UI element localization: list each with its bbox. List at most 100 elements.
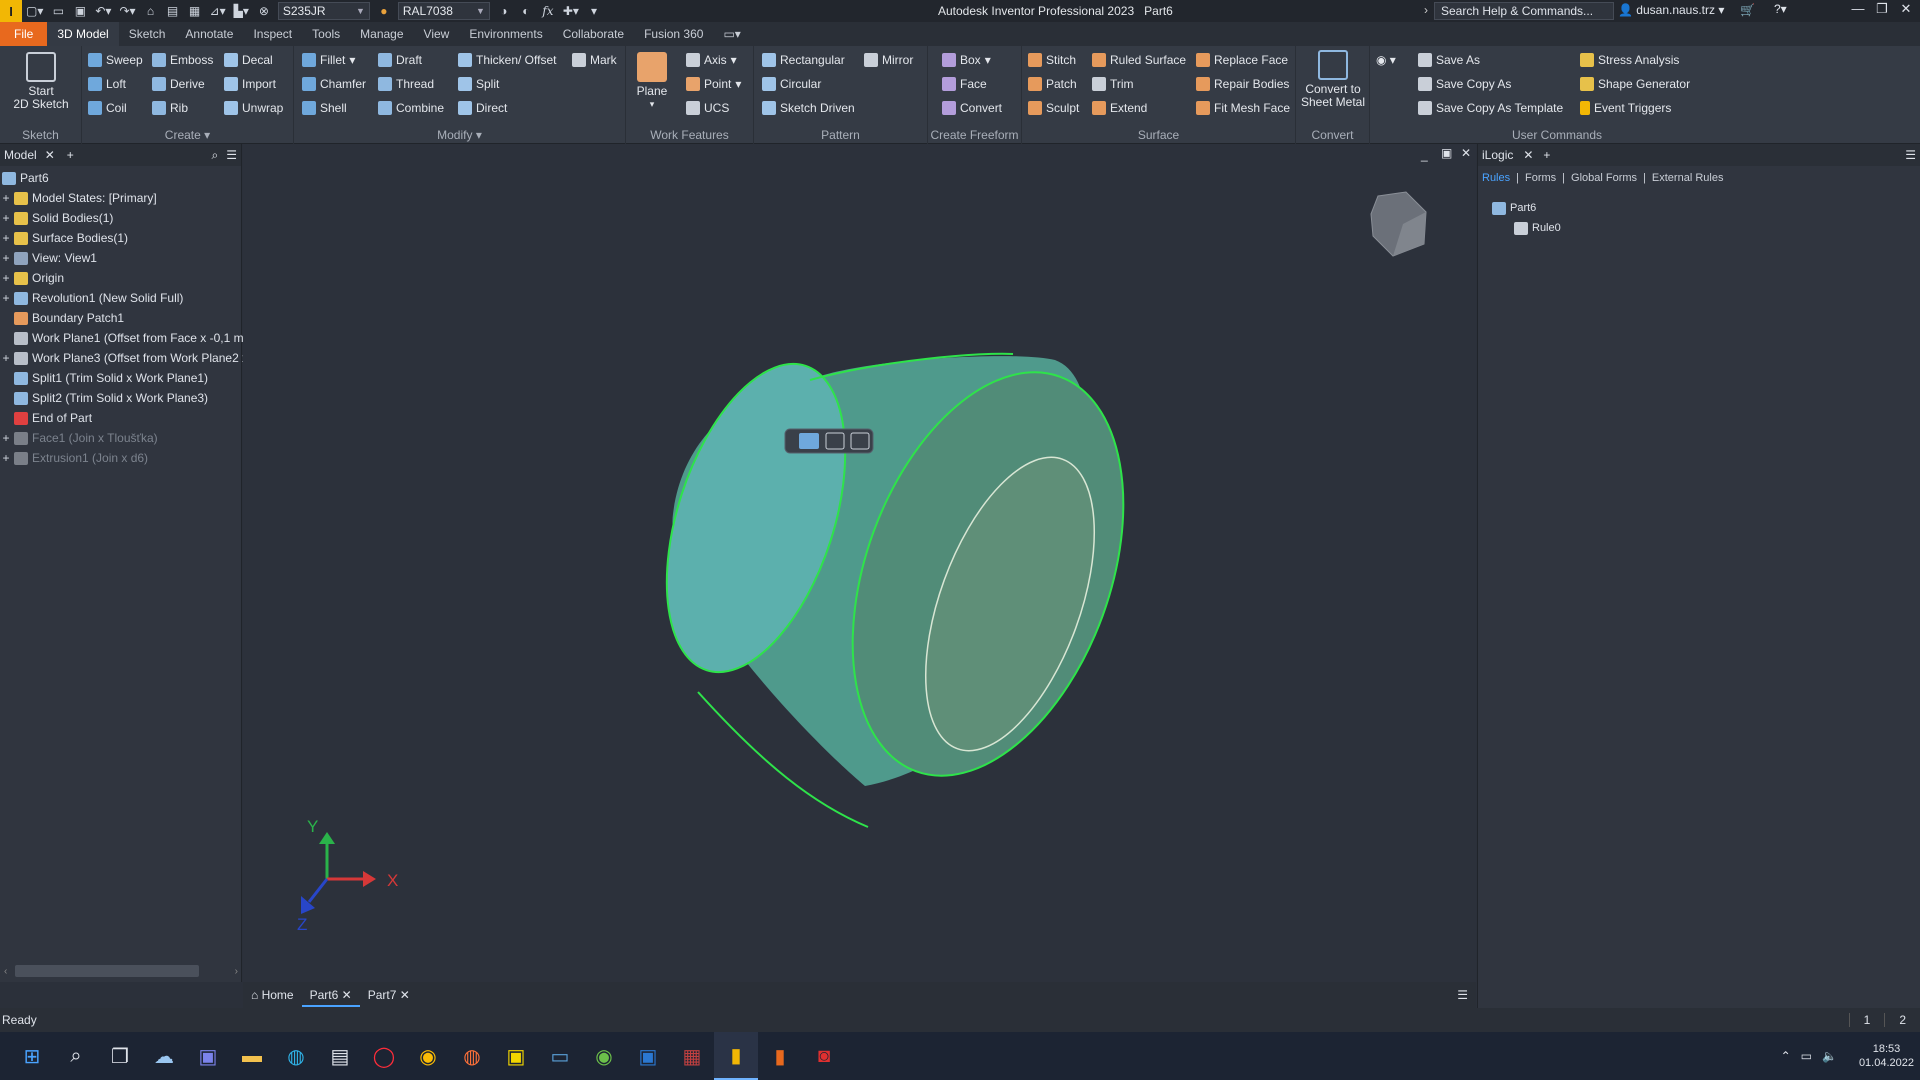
link-rules[interactable]: Rules: [1482, 172, 1510, 184]
home-icon[interactable]: ⌂: [140, 0, 162, 22]
firefox-icon[interactable]: ◍: [450, 1032, 494, 1080]
tab-inspect[interactable]: Inspect: [243, 22, 302, 46]
task-view-icon[interactable]: ❐: [98, 1032, 142, 1080]
decal-button[interactable]: Decal: [224, 50, 273, 70]
circular-pattern-button[interactable]: Circular: [762, 74, 821, 94]
view-cube[interactable]: [1370, 191, 1427, 257]
expand-toggle[interactable]: +: [0, 431, 12, 445]
tab-model[interactable]: Model: [4, 148, 37, 162]
viewport-tile-icon[interactable]: ▣: [1441, 146, 1452, 160]
tab-manage[interactable]: Manage: [350, 22, 413, 46]
expand-toggle[interactable]: +: [0, 451, 12, 465]
add-tab-icon[interactable]: +: [1543, 148, 1550, 162]
snip-icon[interactable]: ▦: [670, 1032, 714, 1080]
close-icon[interactable]: ✕: [1894, 1, 1918, 21]
loft-button[interactable]: Loft: [88, 74, 126, 94]
expand-toggle[interactable]: +: [0, 271, 12, 285]
axis-button[interactable]: Axis ▾: [686, 50, 737, 70]
ribbon-options-icon[interactable]: ◉ ▾: [1376, 50, 1396, 70]
edge-icon[interactable]: ◍: [274, 1032, 318, 1080]
tab-3d-model[interactable]: 3D Model: [47, 22, 119, 46]
remote-desktop-icon[interactable]: ▭: [538, 1032, 582, 1080]
patch-button[interactable]: Patch: [1028, 74, 1077, 94]
thread-button[interactable]: Thread: [378, 74, 434, 94]
ruled-surface-button[interactable]: Ruled Surface: [1092, 50, 1186, 70]
tab-collaborate[interactable]: Collaborate: [553, 22, 634, 46]
add-tab-icon[interactable]: +: [67, 148, 74, 162]
close-tab-icon[interactable]: ✕: [342, 988, 352, 1002]
panel-title-modify[interactable]: Modify ▾: [294, 128, 625, 142]
save-copy-as-button[interactable]: Save Copy As: [1418, 74, 1511, 94]
panel-title-create[interactable]: Create ▾: [82, 128, 293, 142]
coil-button[interactable]: Coil: [88, 98, 127, 118]
link-global-forms[interactable]: Global Forms: [1571, 172, 1637, 184]
add-icon[interactable]: ✚▾: [559, 0, 583, 22]
rib-button[interactable]: Rib: [152, 98, 188, 118]
store-icon[interactable]: ▤: [318, 1032, 362, 1080]
tabs-menu-icon[interactable]: ☰: [1457, 988, 1476, 1002]
point-button[interactable]: Point ▾: [686, 74, 741, 94]
model-view[interactable]: Y X Z: [243, 144, 1476, 982]
box-button[interactable]: Box ▾: [942, 50, 991, 70]
tree-item[interactable]: + Extrusion1 (Join x d6): [0, 448, 148, 468]
redo-icon[interactable]: ↷▾: [115, 0, 139, 22]
network-icon[interactable]: ▭: [1801, 1049, 1812, 1063]
direct-button[interactable]: Direct: [458, 98, 507, 118]
tab-fusion-360[interactable]: Fusion 360: [634, 22, 713, 46]
doc-tab-part6[interactable]: Part6 ✕: [301, 983, 360, 1007]
tab-environments[interactable]: Environments: [459, 22, 552, 46]
save-as-button[interactable]: Save As: [1418, 50, 1480, 70]
tab-view[interactable]: View: [414, 22, 460, 46]
adjust-icon[interactable]: ◑: [493, 0, 515, 22]
emboss-button[interactable]: Emboss: [152, 50, 213, 70]
tree-item[interactable]: End of Part: [0, 408, 92, 428]
tab-tools[interactable]: Tools: [302, 22, 350, 46]
trim-button[interactable]: Trim: [1092, 74, 1134, 94]
tree-item[interactable]: + Face1 (Join x Tloušťka): [0, 428, 157, 448]
undo-icon[interactable]: ↶▾: [91, 0, 115, 22]
rectangular-pattern-button[interactable]: Rectangular: [762, 50, 845, 70]
menu-icon[interactable]: ☰: [226, 148, 237, 162]
search-input[interactable]: Search Help & Commands...: [1434, 2, 1614, 20]
doc-tab-part7[interactable]: Part7 ✕: [360, 983, 418, 1007]
search-icon[interactable]: ⌕: [54, 1032, 98, 1080]
repair-bodies-button[interactable]: Repair Bodies: [1196, 74, 1289, 94]
ucs-button[interactable]: UCS: [686, 98, 729, 118]
convert-button[interactable]: Convert: [942, 98, 1002, 118]
link-external-rules[interactable]: External Rules: [1652, 172, 1724, 184]
camera-icon[interactable]: ▭▾: [713, 22, 750, 46]
stress-analysis-button[interactable]: Stress Analysis: [1580, 50, 1679, 70]
search-icon[interactable]: ⌕: [212, 148, 219, 163]
shell-button[interactable]: Shell: [302, 98, 347, 118]
menu-icon[interactable]: ☰: [1905, 148, 1916, 162]
ilogic-rule-node[interactable]: Rule0: [1512, 218, 1561, 238]
expand-toggle[interactable]: +: [0, 191, 12, 205]
cart-icon[interactable]: 🛒: [1740, 3, 1755, 17]
derive-button[interactable]: Derive: [152, 74, 205, 94]
minimize-icon[interactable]: —: [1846, 1, 1870, 21]
properties-icon[interactable]: ▤: [162, 0, 184, 22]
tray-expand-icon[interactable]: ⌃: [1781, 1049, 1791, 1063]
tab-annotate[interactable]: Annotate: [175, 22, 243, 46]
scrollbar-thumb[interactable]: [15, 965, 200, 977]
clear-icon[interactable]: ◐: [515, 0, 537, 22]
tree-item[interactable]: Split1 (Trim Solid x Work Plane1): [0, 368, 208, 388]
close-tab-icon[interactable]: ✕: [400, 988, 410, 1002]
restore-icon[interactable]: ❐: [1870, 1, 1894, 21]
close-ilogic-icon[interactable]: ✕: [1523, 148, 1533, 162]
app-icon[interactable]: ◉: [582, 1032, 626, 1080]
start-icon[interactable]: ⊞: [10, 1032, 54, 1080]
event-triggers-button[interactable]: Event Triggers: [1580, 98, 1671, 118]
help-icon[interactable]: ?▾: [1774, 2, 1787, 16]
onedrive-icon[interactable]: ☁: [142, 1032, 186, 1080]
viewport-minimize-icon[interactable]: _: [1421, 148, 1428, 162]
tree-item[interactable]: Work Plane1 (Offset from Face x -0,1 mm): [0, 328, 258, 348]
measure-icon[interactable]: ⊿▾: [206, 0, 230, 22]
sticky-icon[interactable]: ▣: [494, 1032, 538, 1080]
sculpt-button[interactable]: Sculpt: [1028, 98, 1079, 118]
tree-item[interactable]: + Model States: [Primary]: [0, 188, 156, 208]
pdf-icon[interactable]: ◙: [802, 1032, 846, 1080]
expand-toggle[interactable]: +: [0, 251, 12, 265]
shape-generator-button[interactable]: Shape Generator: [1580, 74, 1690, 94]
volume-icon[interactable]: 🔈: [1822, 1049, 1837, 1063]
